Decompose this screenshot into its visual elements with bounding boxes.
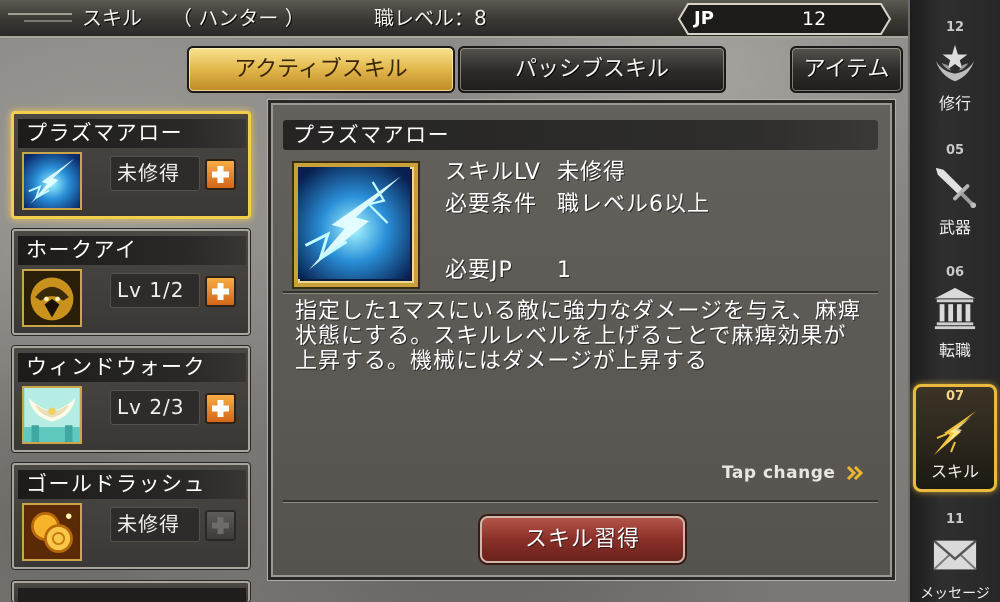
skill-detail-panel: プラズマアロー スキルLV 未修得 必要条件 職レベル6以上 必要JP 1 指定… <box>268 100 895 580</box>
skill-lv-label: スキルLV <box>445 160 541 185</box>
detail-title: プラズマアロー <box>283 120 878 150</box>
job-name: （ ハンター ） <box>172 6 305 30</box>
learn-plus-button[interactable] <box>205 276 236 307</box>
sidebar-label: スキル <box>930 462 979 481</box>
skill-card-status: Lv 2/3 <box>110 390 200 425</box>
job-level: 職レベル：8 <box>374 6 487 30</box>
sidebar-badge: 06 <box>945 265 965 280</box>
divider <box>283 291 878 294</box>
plus-icon <box>212 517 229 534</box>
wind-walk-icon <box>22 386 82 444</box>
learn-plus-button[interactable] <box>205 393 236 424</box>
gold-rush-icon <box>22 503 82 561</box>
sidebar-item-weapon[interactable]: 05 武器 <box>910 130 1000 245</box>
jp-value: 12 <box>802 8 827 30</box>
sidebar-label: 転職 <box>938 341 971 360</box>
sidebar-badge: 07 <box>945 389 965 404</box>
skill-card-plasma-arrow[interactable]: プラズマアロー 未修得 <box>12 112 250 218</box>
sidebar-item-message[interactable]: 11 メッセージ <box>910 500 1000 602</box>
tab-active-skill[interactable]: アクティブスキル <box>187 46 455 93</box>
sidebar-badge: 05 <box>945 143 965 158</box>
jp-label: JP <box>694 8 714 29</box>
plus-icon <box>212 166 229 183</box>
tab-item[interactable]: アイテム <box>790 46 903 93</box>
hawk-eye-icon <box>22 269 82 327</box>
learn-skill-button[interactable]: スキル習得 <box>480 516 685 563</box>
envelope-icon <box>932 534 978 578</box>
description-line: 状態にする。スキルレベルを上げることで麻痺効果が <box>295 324 847 349</box>
description-line: 指定した1マスにいる敵に強力なダメージを与え、麻痺 <box>295 299 861 324</box>
skill-card-title: ホークアイ <box>18 236 246 265</box>
skill-card-hawk-eye[interactable]: ホークアイ Lv 1/2 <box>12 229 250 335</box>
skill-card-partial[interactable] <box>12 581 250 602</box>
skill-card-status: 未修得 <box>110 507 200 542</box>
sidebar-item-skill[interactable]: 07 スキル <box>913 384 997 492</box>
skill-icon <box>931 408 979 458</box>
sidebar-label: 武器 <box>938 218 971 237</box>
plus-icon <box>212 400 229 417</box>
tap-change-link[interactable]: Tap change <box>722 463 835 483</box>
skill-card-title: ゴールドラッシュ <box>18 470 246 499</box>
required-jp-value: 1 <box>557 258 572 283</box>
jp-box: JP 12 <box>678 3 892 35</box>
tab-passive-skill[interactable]: パッシブスキル <box>458 46 726 93</box>
side-menu: 12 修行 05 武器 06 転職 07 スキル 11 メッセージ <box>908 0 1000 602</box>
sidebar-item-training[interactable]: 12 修行 <box>910 0 1000 125</box>
plasma-arrow-icon <box>294 163 418 287</box>
skill-lv-value: 未修得 <box>557 160 627 185</box>
required-jp-label: 必要JP <box>445 258 513 283</box>
learn-plus-button[interactable] <box>205 159 236 190</box>
description-line: 上昇する。機械にはダメージが上昇する <box>295 349 708 374</box>
sidebar-badge: 11 <box>945 512 965 527</box>
sidebar-label: メッセージ <box>920 586 990 602</box>
divider <box>283 500 878 503</box>
double-chevron-right-icon[interactable] <box>846 465 864 481</box>
plasma-arrow-icon <box>22 152 82 210</box>
sidebar-item-job-change[interactable]: 06 転職 <box>910 252 1000 367</box>
skill-card-title: ウィンドウォーク <box>18 353 246 382</box>
temple-icon <box>932 285 978 331</box>
learn-plus-button-disabled[interactable] <box>205 510 236 541</box>
top-bar-ornament <box>8 13 72 22</box>
skill-card-title-bar <box>18 588 246 602</box>
requirement-value: 職レベル6以上 <box>557 192 710 217</box>
skill-card-title: プラズマアロー <box>18 119 246 148</box>
top-bar: スキル （ ハンター ） 職レベル：8 JP 12 <box>0 0 908 38</box>
page-title: スキル <box>82 6 142 30</box>
training-icon <box>932 42 978 88</box>
skill-card-wind-walk[interactable]: ウィンドウォーク Lv 2/3 <box>12 346 250 452</box>
requirement-label: 必要条件 <box>445 192 538 217</box>
sidebar-label: 修行 <box>938 94 971 113</box>
sidebar-badge: 12 <box>945 20 965 35</box>
skill-card-gold-rush[interactable]: ゴールドラッシュ 未修得 <box>12 463 250 569</box>
plus-icon <box>212 283 229 300</box>
skill-card-status: 未修得 <box>110 156 200 191</box>
sword-icon <box>932 165 978 211</box>
skill-card-status: Lv 1/2 <box>110 273 200 308</box>
